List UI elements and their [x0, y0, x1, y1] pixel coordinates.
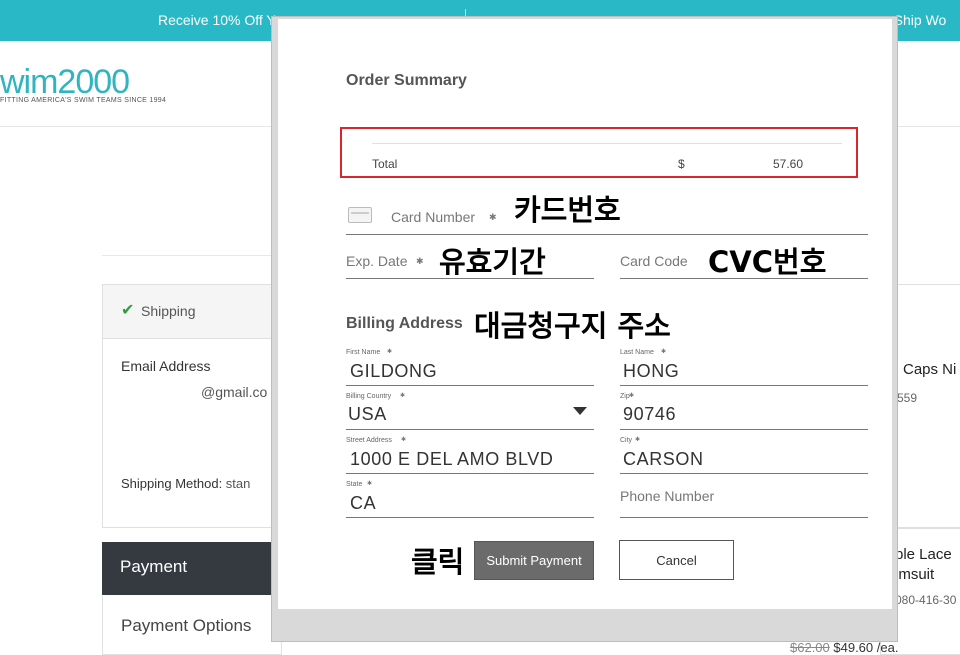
product-title-line: ble Lace [895, 546, 952, 563]
payment-options-label: Payment Options [121, 616, 252, 635]
email-value: @gmail.co [201, 384, 268, 400]
state-field[interactable]: State ✱ CA [346, 479, 594, 518]
annotation-click: 클릭 [411, 545, 465, 579]
credit-card-icon [348, 207, 372, 223]
email-label: Email Address [121, 358, 211, 374]
required-mark: ✱ [635, 437, 641, 443]
order-total-highlight: Total $ 57.60 [340, 127, 858, 178]
divider [102, 255, 282, 256]
old-price: $62.00 [790, 640, 830, 655]
payment-section-header[interactable]: Payment [102, 542, 282, 595]
divider [372, 143, 842, 144]
required-mark: ✱ [400, 393, 406, 399]
city-value: CARSON [623, 449, 704, 469]
street-address-value: 1000 E DEL AMO BLVD [350, 449, 554, 469]
check-icon: ✔ [121, 302, 135, 319]
street-address-field[interactable]: Street Address ✱ 1000 E DEL AMO BLVD [346, 435, 594, 474]
total-label: Total [372, 157, 398, 171]
shipping-method-value: stan [222, 476, 251, 491]
payment-options[interactable]: Payment Options [102, 596, 282, 655]
product-sku: 080-416-30 [895, 593, 957, 607]
card-code-placeholder: Card Code [620, 253, 688, 269]
submit-payment-button[interactable]: Submit Payment [474, 541, 594, 580]
product-title-line: imsuit [895, 566, 935, 583]
zip-field[interactable]: Zip ✱ 90746 [620, 391, 868, 430]
billing-country-value: USA [348, 404, 387, 424]
last-name-value: HONG [623, 361, 680, 381]
order-summary-title: Order Summary [346, 72, 467, 89]
shipping-label: Shipping [141, 303, 196, 319]
required-mark: ✱ [387, 349, 393, 355]
required-mark: ✱ [367, 481, 373, 487]
product-title[interactable]: ble Lace imsuit [895, 545, 952, 585]
required-mark: ✱ [401, 437, 407, 443]
product-title[interactable]: Caps Ni [903, 361, 956, 378]
promo-text: Receive 10% Off Y [158, 12, 276, 28]
shipping-panel: ✔ Shipping Email Address @gmail.co Shipp… [102, 284, 282, 528]
billing-address-title: Billing Address [346, 315, 463, 332]
annotation-expiry: 유효기간 [439, 245, 546, 279]
required-mark: ✱ [661, 349, 667, 355]
product-price: $62.00 $49.60 /ea. [790, 640, 898, 655]
state-value: CA [350, 493, 377, 513]
card-number-placeholder: Card Number [391, 209, 476, 225]
product-sku: 559 [897, 391, 918, 405]
payment-label: Payment [120, 557, 188, 576]
city-label: City [620, 437, 633, 444]
annotation-cvc: CVC번호 [708, 245, 827, 279]
phone-number-field[interactable]: Phone Number [620, 479, 868, 518]
first-name-field[interactable]: First Name ✱ GILDONG [346, 347, 594, 386]
annotation-card-number: 카드번호 [514, 193, 621, 227]
logo-tagline: FITTING AMERICA'S SWIM TEAMS SINCE 1994 [0, 97, 167, 104]
cancel-button[interactable]: Cancel [619, 540, 734, 580]
street-address-label: Street Address [346, 437, 392, 444]
first-name-label: First Name [346, 349, 381, 356]
chevron-down-icon[interactable] [573, 407, 587, 415]
last-name-field[interactable]: Last Name ✱ HONG [620, 347, 868, 386]
payment-modal: Order Summary Total $ 57.60 Card Number … [278, 19, 892, 609]
annotation-billing: 대금청구지 주소 [474, 309, 671, 343]
shipping-method: Shipping Method: stan [121, 476, 250, 491]
required-mark: ✱ [489, 212, 497, 222]
sale-price: $49.60 /ea. [829, 640, 899, 655]
total-currency: $ [678, 157, 685, 171]
required-mark: ✱ [629, 393, 635, 399]
total-amount: 57.60 [773, 157, 804, 171]
billing-country-label: Billing Country [346, 393, 392, 400]
last-name-label: Last Name [620, 349, 654, 356]
required-mark: ✱ [416, 256, 424, 266]
zip-value: 90746 [623, 404, 677, 424]
first-name-value: GILDONG [350, 361, 438, 381]
billing-country-select[interactable]: Billing Country ✱ USA [346, 391, 594, 430]
shipping-method-label: Shipping Method: [121, 476, 223, 491]
exp-date-placeholder: Exp. Date [346, 253, 408, 269]
shipping-header[interactable]: ✔ Shipping [103, 285, 281, 339]
phone-number-placeholder: Phone Number [620, 488, 715, 504]
city-field[interactable]: City ✱ CARSON [620, 435, 868, 474]
state-label: State [346, 481, 363, 488]
